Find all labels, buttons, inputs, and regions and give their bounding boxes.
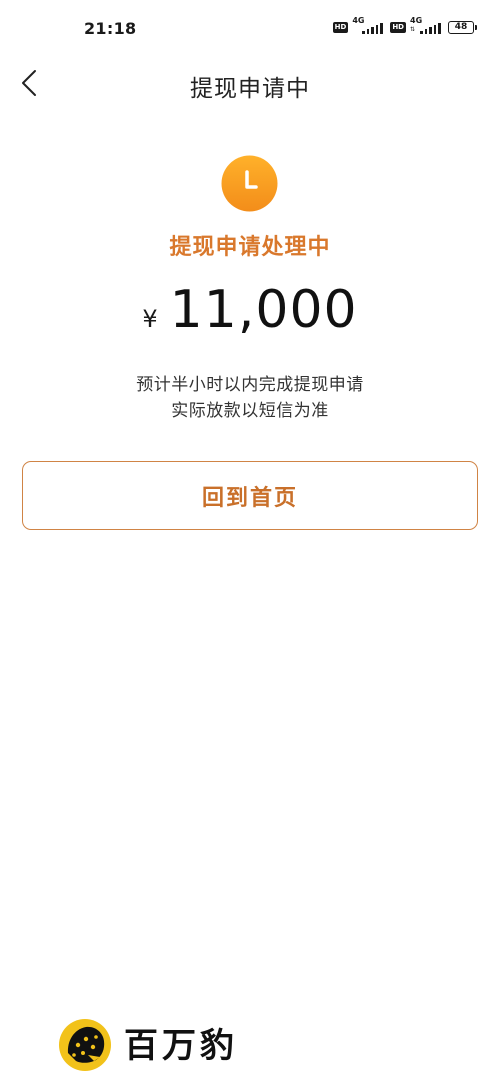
signal-bars — [420, 23, 441, 34]
nav-bar: 提现申请中 — [0, 55, 500, 113]
hd-badge: HD — [390, 21, 406, 33]
data-arrows-icon: ⇅ — [410, 26, 416, 33]
amount-value: 11,000 — [169, 280, 358, 340]
signal-icon: 4G ⇅ — [410, 16, 441, 36]
hd-badge: HD — [332, 21, 349, 33]
estimate-note: 预计半小时以内完成提现申请 — [136, 375, 364, 395]
battery-icon: 48 — [448, 20, 477, 34]
signal-icon: 4G — [352, 16, 383, 36]
back-to-home-label: 回到首页 — [201, 485, 298, 511]
battery-level: 48 — [454, 22, 468, 32]
leopard-logo-watermark: 百万豹 — [59, 1019, 238, 1071]
withdraw-amount: ¥ 11,000 — [0, 280, 500, 340]
page-title: 提现申请中 — [190, 76, 310, 102]
status-time: 21:18 — [84, 19, 137, 38]
status-bar: 21:18 HD 4G HD 4G ⇅ 48 — [0, 0, 500, 50]
sms-note: 实际放款以短信为准 — [171, 401, 329, 421]
status-icons: HD 4G HD 4G ⇅ 48 — [332, 16, 477, 36]
clock-icon — [221, 155, 278, 212]
signal-bars — [362, 23, 383, 34]
status-title: 提现申请处理中 — [169, 235, 331, 260]
svg-text:百万豹: 百万豹 — [124, 1026, 238, 1066]
currency-symbol: ¥ — [142, 305, 158, 333]
back-to-home-button[interactable]: 回到首页 — [22, 461, 478, 530]
